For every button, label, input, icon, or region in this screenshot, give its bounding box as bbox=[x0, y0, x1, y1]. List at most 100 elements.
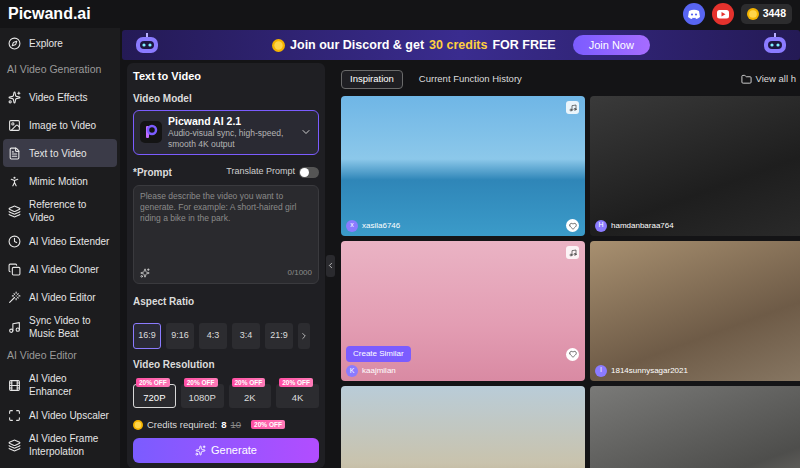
sidebar-item-icon bbox=[8, 235, 21, 248]
coin-icon bbox=[747, 8, 759, 20]
create-similar-button[interactable]: Create Similar bbox=[346, 346, 411, 362]
music-icon bbox=[569, 249, 577, 257]
credits-old-price: 10 bbox=[231, 418, 242, 432]
like-button[interactable] bbox=[566, 348, 579, 361]
sidebar-item[interactable]: Reference to Video bbox=[3, 195, 117, 227]
aspect-ratio-option[interactable]: 9:16 bbox=[166, 323, 194, 349]
aspect-label: Aspect Ratio bbox=[133, 294, 319, 309]
panel-title: Text to Video bbox=[133, 69, 319, 83]
sidebar-item-icon bbox=[8, 409, 21, 422]
coin-icon bbox=[133, 420, 143, 430]
user-avatar: H bbox=[595, 220, 607, 232]
sidebar-item[interactable]: Mimic Motion bbox=[3, 167, 117, 195]
sidebar-item-icon bbox=[8, 291, 21, 304]
gallery-card[interactable]: Hhamdanbaraa764 bbox=[590, 96, 800, 236]
gallery-card[interactable] bbox=[590, 386, 800, 468]
top-bar: Picwand.ai 3448 bbox=[0, 0, 800, 28]
sparkle-icon bbox=[195, 445, 206, 456]
audio-badge bbox=[566, 246, 579, 259]
gallery-tab[interactable]: Current Function History bbox=[411, 70, 530, 89]
youtube-icon[interactable] bbox=[712, 3, 734, 25]
gallery-card[interactable] bbox=[341, 386, 585, 468]
resolution-option[interactable]: 4K bbox=[276, 384, 319, 408]
discount-badge: 20% OFF bbox=[279, 378, 313, 387]
sidebar-section: AI Video Editor bbox=[3, 343, 117, 369]
credits-discount-badge: 20% OFF bbox=[251, 420, 285, 429]
sidebar-item[interactable]: Image to Video bbox=[3, 111, 117, 139]
like-button[interactable] bbox=[566, 219, 579, 232]
aspect-ratio-option[interactable]: 4:3 bbox=[199, 323, 227, 349]
chevron-right-icon bbox=[299, 331, 309, 341]
prompt-label: *Prompt bbox=[133, 165, 172, 180]
credits-price: 8 bbox=[221, 418, 226, 432]
text-to-video-panel: Text to Video Video Model Picwand AI 2.1Au… bbox=[127, 63, 325, 468]
model-name: Picwand AI 2.1 bbox=[168, 115, 294, 128]
resolution-label: Video Resolution bbox=[133, 357, 319, 372]
sidebar-item[interactable]: AI Video Cloner bbox=[3, 255, 117, 283]
user-avatar: I bbox=[595, 365, 607, 377]
sidebar-item-icon bbox=[8, 37, 21, 50]
chevron-left-icon bbox=[326, 261, 335, 270]
translate-toggle[interactable] bbox=[299, 167, 319, 178]
discord-banner[interactable]: Join our Discord & get30 creditsFOR FREE… bbox=[122, 30, 800, 60]
aspect-ratio-option[interactable]: 3:4 bbox=[232, 323, 260, 349]
aspect-ratio-option[interactable]: 21:9 bbox=[265, 323, 293, 349]
model-select[interactable]: Picwand AI 2.1Audio-visual sync, high-sp… bbox=[133, 110, 319, 155]
gallery-tab[interactable]: Inspiration bbox=[341, 70, 403, 89]
generate-button[interactable]: Generate bbox=[133, 438, 319, 463]
sidebar-item[interactable]: AI Video Upscaler bbox=[3, 401, 117, 429]
view-all-button[interactable]: View all h bbox=[741, 72, 797, 86]
sidebar-item-icon bbox=[8, 175, 21, 188]
resolution-option[interactable]: 1080P bbox=[181, 384, 224, 408]
sidebar-item[interactable]: AI Video Enhancer bbox=[3, 369, 117, 401]
sidebar-section: AI Video Generation bbox=[3, 57, 117, 83]
aspect-next[interactable] bbox=[298, 323, 310, 349]
audio-badge bbox=[566, 101, 579, 114]
user-name: 1814sunnysagar2021 bbox=[611, 365, 688, 377]
discord-icon[interactable] bbox=[683, 3, 705, 25]
folder-icon bbox=[741, 74, 752, 85]
user-name: xasila6746 bbox=[362, 220, 400, 232]
sidebar-item[interactable]: Text to Video bbox=[3, 139, 117, 167]
aspect-ratio-option[interactable]: 16:9 bbox=[133, 323, 161, 349]
user-name: kaajmilan bbox=[362, 365, 396, 377]
discount-badge: 20% OFF bbox=[136, 378, 170, 387]
sidebar-item[interactable]: Explore bbox=[3, 29, 117, 57]
collapse-handle[interactable] bbox=[325, 63, 336, 468]
gallery-card[interactable]: Create Similar Kkaajmilan bbox=[341, 241, 585, 381]
sidebar-item[interactable]: AI Video Frame Interpolation bbox=[3, 429, 117, 461]
logo[interactable]: Picwand.ai bbox=[8, 2, 91, 26]
ai-enhance-icon[interactable] bbox=[140, 268, 150, 278]
coin-icon bbox=[272, 39, 285, 52]
credits-label: Credits required: bbox=[147, 418, 217, 432]
music-icon bbox=[569, 104, 577, 112]
heart-icon bbox=[569, 350, 577, 358]
sidebar-item[interactable]: Sync Video to Music Beat bbox=[3, 311, 117, 343]
sidebar-item[interactable]: Video Effects bbox=[3, 83, 117, 111]
sidebar-item-icon bbox=[8, 147, 21, 160]
sidebar-item[interactable]: AI Video Editor bbox=[3, 283, 117, 311]
gallery-card[interactable]: I 1814sunnysagar2021 bbox=[590, 241, 800, 381]
model-logo-icon bbox=[140, 121, 162, 143]
sidebar-item[interactable]: AI Video Extender bbox=[3, 227, 117, 255]
discount-badge: 20% OFF bbox=[232, 378, 266, 387]
heart-icon bbox=[569, 222, 577, 230]
join-now-button[interactable]: Join Now bbox=[573, 35, 650, 55]
sidebar-item-icon bbox=[8, 91, 21, 104]
gallery-card[interactable]: xxasila6746 bbox=[341, 96, 585, 236]
credits-pill[interactable]: 3448 bbox=[741, 4, 792, 24]
prompt-box: 0/1000 bbox=[133, 185, 319, 284]
sidebar-item-icon bbox=[8, 379, 21, 392]
sidebar: ExploreAI Video GenerationVideo EffectsI… bbox=[0, 28, 120, 468]
robot-mascot-icon bbox=[760, 32, 790, 58]
gallery-grid: xxasila6746Hhamdanbaraa764Create Similar… bbox=[341, 96, 800, 468]
resolution-option[interactable]: 720P bbox=[133, 384, 176, 408]
model-label: Video Model bbox=[133, 91, 319, 106]
resolution-option[interactable]: 2K bbox=[229, 384, 272, 408]
sidebar-item-icon bbox=[8, 119, 21, 132]
translate-label: Translate Prompt bbox=[226, 165, 295, 179]
gallery: Inspiration Current Function History View … bbox=[336, 63, 800, 468]
user-avatar: K bbox=[346, 365, 358, 377]
prompt-input[interactable] bbox=[140, 191, 312, 267]
model-description: Audio-visual sync, high-speed, smooth 4K… bbox=[168, 128, 294, 150]
